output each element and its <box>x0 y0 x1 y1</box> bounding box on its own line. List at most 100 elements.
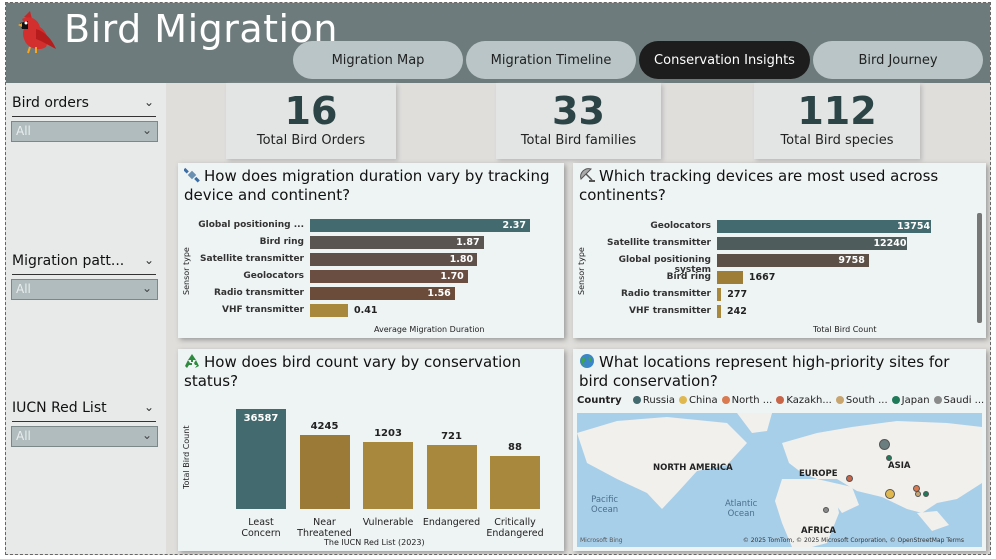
map-marker-china[interactable] <box>885 489 895 499</box>
category-label: Endangered <box>417 517 487 528</box>
recycle-icon <box>185 354 199 368</box>
category-label: Satellite transmitter <box>200 254 304 264</box>
category-label: Radio transmitter <box>213 288 304 298</box>
chevron-down-icon[interactable]: ⌄ <box>142 281 152 295</box>
satellite-dish-icon <box>580 168 595 182</box>
chart-card-conservation-sites-map: What locations represent high-priority s… <box>573 349 986 551</box>
bar <box>299 435 350 509</box>
legend-item[interactable]: North ... <box>732 395 773 406</box>
map-legend: Country Russia China North ... Kazakh... Sou… <box>577 395 984 406</box>
x-axis-title: Total Bird Count <box>813 325 877 334</box>
tab-migration-timeline[interactable]: Migration Timeline <box>466 41 636 79</box>
category-label: Geolocators <box>650 221 711 231</box>
y-axis-title: Total Bird Count <box>182 425 191 489</box>
data-label: 88 <box>508 441 522 453</box>
map-marker-asia[interactable] <box>886 455 892 461</box>
map-label-north-america: NORTH AMERICA <box>653 463 733 473</box>
map-marker-russia[interactable] <box>879 439 890 450</box>
legend-swatch <box>721 396 730 404</box>
chart-card-conservation-status: How does bird count vary by conservation… <box>178 349 564 551</box>
map-marker-saudi-arabia[interactable] <box>823 507 829 513</box>
category-label-line: Critically <box>494 517 536 528</box>
chart-card-migration-duration: How does migration duration vary by trac… <box>178 163 564 338</box>
category-label: Radio transmitter <box>620 289 711 299</box>
x-axis-title: The IUCN Red List (2023) <box>324 538 425 547</box>
chart-title: How does bird count vary by conservation… <box>184 353 521 390</box>
data-label: 2.37 <box>502 220 526 231</box>
map-marker-japan[interactable] <box>923 491 929 497</box>
category-label: VHF transmitter <box>629 306 711 316</box>
tab-migration-map[interactable]: Migration Map <box>293 41 463 79</box>
legend-item[interactable]: Kazakh... <box>786 395 832 406</box>
filter-bird-orders-dropdown[interactable]: All ⌄ <box>11 121 158 142</box>
map-label-asia: ASIA <box>888 461 911 471</box>
category-label: VHF transmitter <box>222 305 304 315</box>
chevron-down-icon[interactable]: ⌄ <box>144 253 154 267</box>
map-label-atlantic-ocean: Atlantic Ocean <box>725 499 758 519</box>
kpi-label: Total Bird species <box>780 133 894 148</box>
category-label: Bird ring <box>666 272 711 282</box>
legend-item[interactable]: Japan <box>902 395 930 406</box>
chevron-down-icon[interactable]: ⌄ <box>144 400 154 414</box>
chevron-down-icon[interactable]: ⌄ <box>142 428 152 442</box>
map-attribution[interactable]: © 2025 TomTom, © 2025 Microsoft Corporat… <box>743 537 964 544</box>
map-provider-logo: Microsoft Bing <box>580 537 623 544</box>
y-axis-title: Sensor type <box>577 247 586 295</box>
category-label-line: Endangered <box>486 528 544 539</box>
world-map[interactable]: NORTH AMERICA EUROPE ASIA AFRICA Pacific… <box>577 413 982 547</box>
legend-item[interactable]: Russia <box>643 395 675 406</box>
legend-swatch <box>933 396 942 404</box>
tab-bird-journey[interactable]: Bird Journey <box>813 41 983 79</box>
bar <box>426 444 477 509</box>
bar <box>717 305 721 318</box>
filter-migration-pattern-dropdown[interactable]: All ⌄ <box>11 279 158 300</box>
legend-item[interactable]: South ... <box>846 395 888 406</box>
bar <box>490 455 540 509</box>
legend-swatch <box>835 396 844 404</box>
category-label: Critically Endangered <box>480 517 550 539</box>
legend-swatch <box>891 396 900 404</box>
map-label-africa: AFRICA <box>801 526 836 536</box>
data-label: 1.87 <box>456 237 480 248</box>
bar <box>363 442 413 509</box>
kpi-total-bird-orders: 16 Total Bird Orders <box>226 83 396 159</box>
globe-icon <box>580 354 594 368</box>
tab-conservation-insights[interactable]: Conservation Insights <box>639 41 810 79</box>
data-label: 1667 <box>748 272 776 283</box>
chevron-down-icon[interactable]: ⌄ <box>142 123 152 137</box>
category-label: Near Threatened <box>290 517 360 539</box>
legend-item[interactable]: Saudi ... <box>944 395 985 406</box>
data-label: 277 <box>727 289 748 300</box>
chart-title: What locations represent high-priority s… <box>579 353 950 390</box>
map-label-europe: EUROPE <box>799 469 838 479</box>
category-label-line: Concern <box>241 528 281 539</box>
kpi-value: 33 <box>552 89 605 133</box>
kpi-value: 112 <box>797 89 877 133</box>
filter-migration-pattern-label[interactable]: Migration patt... ⌄ <box>12 253 156 275</box>
category-label-line: Threatened <box>297 528 352 539</box>
x-axis-title: Average Migration Duration <box>374 325 485 334</box>
legend-swatch <box>776 396 785 404</box>
y-axis-title: Sensor type <box>182 247 191 295</box>
chevron-down-icon[interactable]: ⌄ <box>144 95 154 109</box>
data-label: 36587 <box>243 413 279 424</box>
category-label-line: Near <box>313 517 336 528</box>
legend-item[interactable]: China <box>689 395 718 406</box>
filter-iucn-red-list-label[interactable]: IUCN Red List ⌄ <box>12 400 156 422</box>
data-label: 9758 <box>838 255 865 266</box>
map-marker-south-korea[interactable] <box>915 491 921 497</box>
filter-sidebar: Bird orders ⌄ All ⌄ Migration patt... ⌄ … <box>6 83 166 554</box>
chart-title: How does migration duration vary by trac… <box>184 167 550 204</box>
filter-iucn-red-list-dropdown[interactable]: All ⌄ <box>11 426 158 447</box>
bar <box>236 409 286 509</box>
data-label: 1203 <box>374 428 402 440</box>
category-label-line: Least <box>248 517 274 528</box>
data-label: 242 <box>727 306 747 317</box>
filter-bird-orders-label[interactable]: Bird orders ⌄ <box>12 95 156 117</box>
vertical-scrollbar[interactable] <box>977 213 982 323</box>
data-label: 12240 <box>873 238 907 249</box>
map-marker-kazakhstan[interactable] <box>846 475 853 482</box>
dashboard-frame: Bird Migration Migration Map Migration T… <box>5 2 991 555</box>
category-label: Satellite transmitter <box>607 238 711 248</box>
category-label: Least Concern <box>226 517 296 539</box>
